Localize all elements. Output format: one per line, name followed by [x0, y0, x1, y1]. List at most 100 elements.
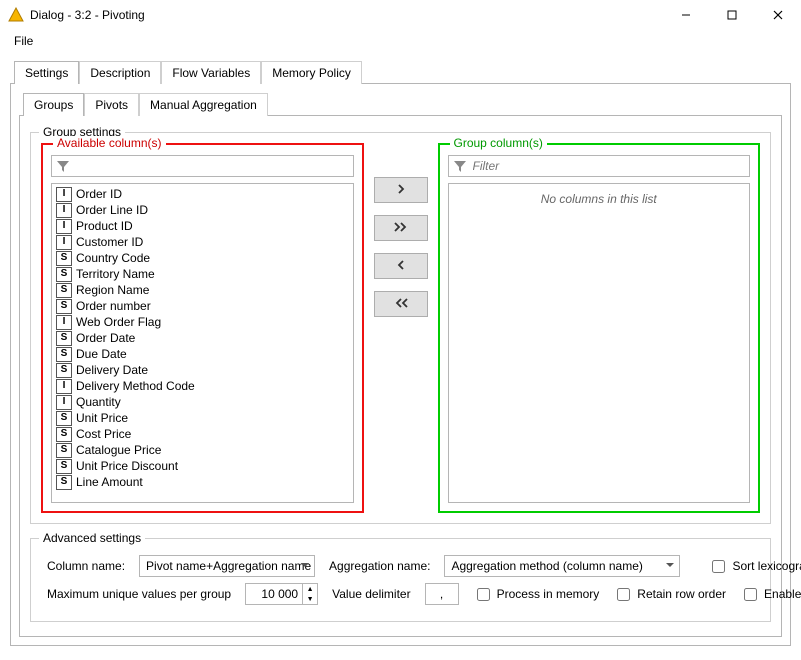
list-item[interactable]: S Region Name	[54, 282, 351, 298]
type-badge: I	[56, 235, 72, 250]
tab-description[interactable]: Description	[79, 61, 161, 84]
remove-button[interactable]	[374, 253, 428, 279]
titlebar: Dialog - 3:2 - Pivoting	[0, 0, 801, 30]
type-badge: I	[56, 203, 72, 218]
column-name: Cost Price	[76, 427, 131, 441]
funnel-icon	[453, 159, 467, 173]
enable-hiliting-checkbox[interactable]: Enable hiliting	[740, 585, 801, 604]
list-item[interactable]: STerritory Name	[54, 266, 351, 282]
column-name: Quantity	[76, 395, 121, 409]
group-filter-input[interactable]	[471, 158, 746, 174]
type-badge: S	[56, 347, 72, 362]
retain-row-order-checkbox[interactable]: Retain row order	[613, 585, 726, 604]
list-item[interactable]: IOrder ID	[54, 186, 351, 202]
group-columns-legend: Group column(s)	[450, 136, 547, 150]
window-close-button[interactable]	[755, 0, 801, 30]
group-columns-list[interactable]: No columns in this list	[449, 184, 750, 502]
list-item[interactable]: S Cost Price	[54, 426, 351, 442]
type-badge: S	[56, 459, 72, 474]
chevron-double-left-icon	[392, 297, 410, 309]
empty-list-hint: No columns in this list	[451, 186, 748, 206]
column-name: Region Name	[76, 283, 149, 297]
type-badge: S	[56, 427, 72, 442]
advanced-settings-box: Advanced settings Column name: Pivot nam…	[30, 538, 771, 622]
list-item[interactable]: ICustomer ID	[54, 234, 351, 250]
tab-groups[interactable]: Groups	[23, 93, 84, 116]
column-name: Order number	[76, 299, 151, 313]
aggregation-name-combo[interactable]: Aggregation method (column name)	[444, 555, 680, 577]
column-name: Order Line ID	[76, 203, 148, 217]
group-filter[interactable]	[448, 155, 751, 177]
type-badge: S	[56, 411, 72, 426]
list-item[interactable]: SUnit Price Discount	[54, 458, 351, 474]
column-name: Catalogue Price	[76, 443, 161, 457]
tab-flow-variables[interactable]: Flow Variables	[161, 61, 261, 84]
window-maximize-button[interactable]	[709, 0, 755, 30]
type-badge: S	[56, 363, 72, 378]
type-badge: S	[56, 443, 72, 458]
column-name: Delivery Date	[76, 363, 148, 377]
tab-manual-aggregation[interactable]: Manual Aggregation	[139, 93, 268, 116]
column-name: Product ID	[76, 219, 133, 233]
column-name: Line Amount	[76, 475, 143, 489]
retain-row-order-input[interactable]	[617, 588, 630, 601]
available-columns-pane: Available column(s) IOrder IDIOrder Line…	[41, 143, 364, 513]
type-badge: I	[56, 219, 72, 234]
list-item[interactable]: IWeb Order Flag	[54, 314, 351, 330]
remove-all-button[interactable]	[374, 291, 428, 317]
sort-lex-checkbox[interactable]: Sort lexicographically	[708, 557, 801, 576]
group-columns-pane: Group column(s) No columns in th	[438, 143, 761, 513]
column-name-combo[interactable]: Pivot name+Aggregation name	[139, 555, 315, 577]
value-delim-label: Value delimiter	[332, 587, 410, 601]
sort-lex-label: Sort lexicographically	[732, 559, 801, 573]
window-minimize-button[interactable]	[663, 0, 709, 30]
sort-lex-input[interactable]	[712, 560, 725, 573]
chevron-double-right-icon	[392, 221, 410, 233]
tab-memory-policy[interactable]: Memory Policy	[261, 61, 362, 84]
column-name: Country Code	[76, 251, 150, 265]
type-badge: I	[56, 187, 72, 202]
available-columns-list[interactable]: IOrder IDIOrder Line IDIProduct IDICusto…	[52, 184, 353, 502]
available-columns-legend: Available column(s)	[53, 136, 166, 150]
max-unique-input[interactable]	[246, 584, 302, 604]
max-unique-spinner[interactable]: ▲▼	[245, 583, 318, 605]
chevron-right-icon	[394, 183, 408, 195]
type-badge: S	[56, 283, 72, 298]
menubar: File	[0, 30, 801, 54]
add-button[interactable]	[374, 177, 428, 203]
menu-file[interactable]: File	[8, 32, 39, 50]
list-item[interactable]: SUnit Price	[54, 410, 351, 426]
list-item[interactable]: SCountry Code	[54, 250, 351, 266]
column-name: Order Date	[76, 331, 135, 345]
column-name: Web Order Flag	[76, 315, 161, 329]
tab-pivots[interactable]: Pivots	[84, 93, 139, 116]
list-item[interactable]: S Due Date	[54, 346, 351, 362]
spinner-up-icon[interactable]: ▲	[303, 584, 317, 594]
value-delim-input[interactable]	[425, 583, 459, 605]
available-filter[interactable]	[51, 155, 354, 177]
available-filter-input[interactable]	[74, 158, 349, 174]
process-in-memory-input[interactable]	[477, 588, 490, 601]
list-item[interactable]: S Line Amount	[54, 474, 351, 490]
list-item[interactable]: S Delivery Date	[54, 362, 351, 378]
process-in-memory-checkbox[interactable]: Process in memory	[473, 585, 600, 604]
tab-settings[interactable]: Settings	[14, 61, 79, 84]
list-item[interactable]: SOrder number	[54, 298, 351, 314]
retain-row-order-label: Retain row order	[637, 587, 726, 601]
list-item[interactable]: S Catalogue Price	[54, 442, 351, 458]
column-name: Due Date	[76, 347, 127, 361]
aggregation-name-label: Aggregation name:	[329, 559, 430, 573]
add-all-button[interactable]	[374, 215, 428, 241]
type-badge: S	[56, 475, 72, 490]
list-item[interactable]: IQuantity	[54, 394, 351, 410]
spinner-down-icon[interactable]: ▼	[303, 594, 317, 604]
enable-hiliting-label: Enable hiliting	[764, 587, 801, 601]
list-item[interactable]: IDelivery Method Code	[54, 378, 351, 394]
list-item[interactable]: I Order Line ID	[54, 202, 351, 218]
list-item[interactable]: I Product ID	[54, 218, 351, 234]
dialog-buttons: OK Apply Cancel ?	[0, 656, 801, 660]
enable-hiliting-input[interactable]	[744, 588, 757, 601]
column-name: Territory Name	[76, 267, 155, 281]
column-name-value: Pivot name+Aggregation name	[146, 559, 311, 573]
list-item[interactable]: SOrder Date	[54, 330, 351, 346]
